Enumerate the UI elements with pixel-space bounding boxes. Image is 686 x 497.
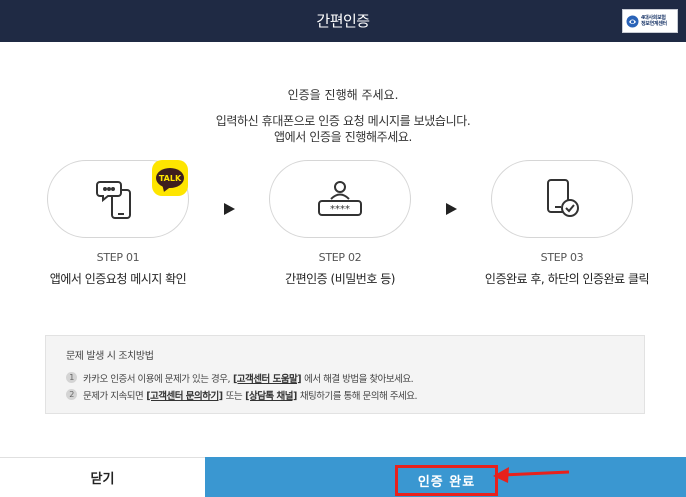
kakao-talk-text: TALK	[158, 173, 182, 183]
notice-number: 2	[66, 389, 77, 400]
step-1-label: STEP 01	[96, 251, 140, 264]
notice-item: 2 문제가 지속되면 [고객센터 문의하기] 또는 [상담톡 채널] 채팅하기를…	[66, 386, 624, 403]
step-2-desc: 간편인증 (비밀번호 등)	[285, 272, 395, 286]
step-2-box: ****	[269, 160, 411, 238]
user-password-icon: ****	[318, 181, 362, 216]
step-3-desc: 인증완료 후, 하단의 인증완료 클릭	[484, 272, 650, 286]
close-button[interactable]: 닫기	[0, 457, 205, 497]
step-3-box	[491, 160, 633, 238]
intro-line-1: 입력하신 휴대폰으로 인증 요청 메시지를 보냈습니다.	[215, 114, 471, 128]
step-1-desc: 앱에서 인증요청 메시지 확인	[49, 272, 187, 286]
intro-line-2: 앱에서 인증을 진행해주세요.	[274, 130, 412, 144]
step-arrow-icon	[224, 203, 235, 215]
kakao-talk-icon: TALK	[156, 168, 184, 188]
step-3-label: STEP 03	[540, 251, 584, 264]
kakao-talk-badge: TALK	[152, 160, 188, 196]
complete-auth-label[interactable]: 인증 완료	[395, 465, 498, 496]
svg-text:****: ****	[330, 204, 350, 215]
notice-title: 문제 발생 시 조치방법	[66, 351, 154, 362]
notice-text: 문제가 지속되면	[83, 390, 144, 402]
red-pointer-arrow-icon	[493, 467, 570, 483]
phone-check-icon	[547, 179, 579, 217]
page-title: 간편인증	[316, 12, 370, 30]
contact-center-link[interactable]: [고객센터 문의하기]	[146, 388, 223, 402]
agency-logo-icon	[626, 15, 639, 27]
notice-text: 에서 해결 방법을 찾아보세요.	[304, 373, 414, 385]
phone-chat-icon	[96, 181, 131, 219]
footer-bar: 닫기 인증 완료	[0, 457, 686, 497]
complete-auth-button[interactable]: 인증 완료	[205, 457, 686, 497]
notice-item: 1 카카오 인증서 이용에 문제가 있는 경우, [고객센터 도움말] 에서 해…	[66, 369, 624, 386]
notice-number: 1	[66, 372, 77, 383]
notice-text: 채팅하기를 통해 문의해 주세요.	[299, 390, 418, 402]
help-center-link[interactable]: [고객센터 도움말]	[233, 371, 302, 385]
notice-text: 카카오 인증서 이용에 문제가 있는 경우,	[83, 373, 230, 385]
logo-line-2: 정보연계센터	[641, 21, 667, 27]
header-bar: 간편인증 4대사회보험 정보연계센터	[0, 0, 686, 42]
step-2-label: STEP 02	[318, 251, 362, 264]
step-arrow-icon	[446, 203, 457, 215]
chat-channel-link[interactable]: [상담톡 채널]	[245, 388, 297, 402]
troubleshooting-notice: 문제 발생 시 조치방법 1 카카오 인증서 이용에 문제가 있는 경우, [고…	[45, 335, 645, 414]
agency-logo: 4대사회보험 정보연계센터	[622, 9, 678, 33]
notice-text: 또는	[225, 390, 243, 402]
intro-heading: 인증을 진행해 주세요.	[287, 88, 399, 102]
